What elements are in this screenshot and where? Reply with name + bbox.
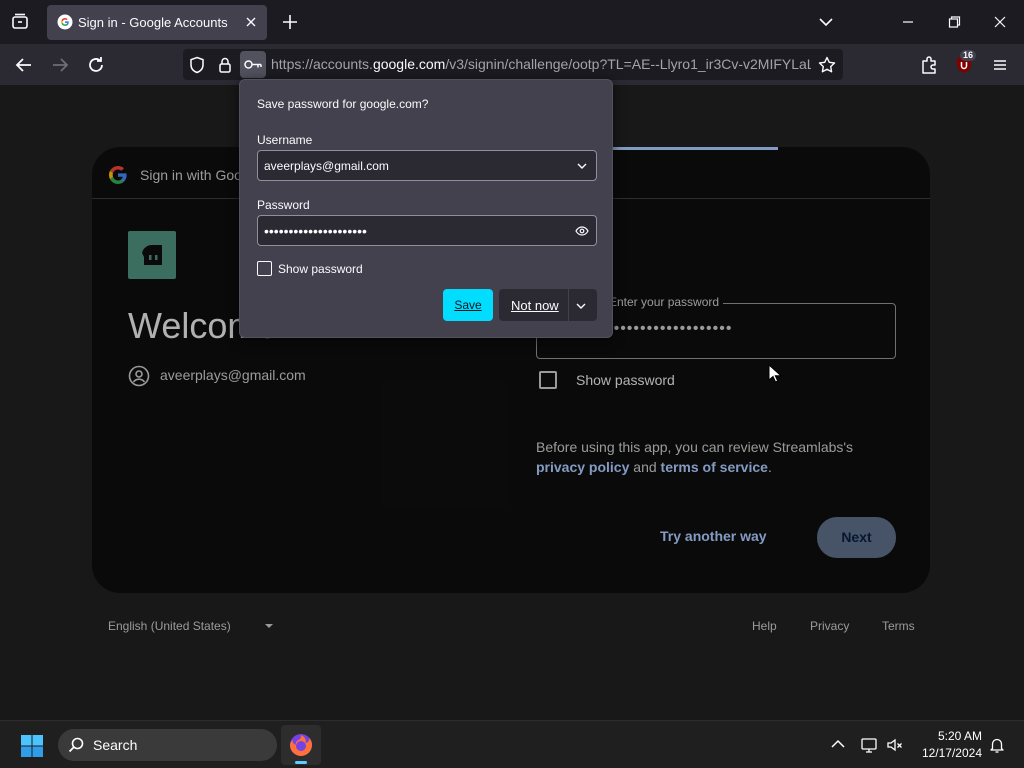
taskbar: Search 5:20 AM 12/17/2024 <box>0 720 1024 768</box>
lock-icon[interactable] <box>215 55 235 75</box>
streamlabs-logo-icon <box>128 231 176 279</box>
url-bar[interactable]: https://accounts.google.com/v3/signin/ch… <box>183 49 843 80</box>
period-text: . <box>767 459 772 475</box>
password-key-button[interactable] <box>240 51 266 78</box>
menu-hamburger-icon[interactable] <box>988 53 1012 77</box>
try-another-way-button[interactable]: Try another way <box>660 528 767 544</box>
username-label: Username <box>257 133 313 147</box>
not-now-divider <box>568 289 569 321</box>
windows-start-icon[interactable] <box>20 734 44 758</box>
popup-show-password-label[interactable]: Show password <box>278 262 363 276</box>
language-caret-icon[interactable] <box>265 624 273 628</box>
list-all-tabs-icon[interactable] <box>814 10 838 34</box>
show-password-label: Show password <box>576 372 675 388</box>
url-path: /v3/signin/challenge/ootp?TL=AE--Llyro1_… <box>445 56 811 72</box>
next-button[interactable]: Next <box>817 517 896 558</box>
extension-count-badge: 16 <box>960 50 977 61</box>
tab-list-icon[interactable] <box>8 10 32 34</box>
tracking-protection-shield-icon[interactable] <box>187 55 207 75</box>
privacy-link[interactable]: Privacy <box>810 619 849 633</box>
close-window-icon[interactable] <box>988 10 1012 34</box>
reveal-password-eye-icon[interactable] <box>575 224 589 238</box>
password-legend: Enter your password <box>605 295 724 309</box>
notification-bell-icon[interactable] <box>988 736 1006 754</box>
show-hidden-icons-chevron-icon[interactable] <box>829 736 847 754</box>
tab-google-accounts[interactable]: Sign in - Google Accounts <box>47 5 267 40</box>
tab-title: Sign in - Google Accounts <box>78 15 228 30</box>
privacy-policy-link[interactable]: privacy policy <box>536 459 629 475</box>
extensions-puzzle-icon[interactable] <box>917 53 941 77</box>
popup-title: Save password for google.com? <box>257 97 429 111</box>
review-prefix-text: Before using this app, you can review St… <box>536 439 854 455</box>
mouse-cursor-icon <box>768 363 783 384</box>
screen: Sign in - Google Accounts https://accoun… <box>0 0 1024 768</box>
password-label: Password <box>257 198 310 212</box>
and-text: and <box>633 459 657 475</box>
language-select[interactable]: English (United States) <box>108 619 231 633</box>
google-logo-icon <box>108 165 128 185</box>
key-icon <box>244 60 262 69</box>
help-link[interactable]: Help <box>752 619 777 633</box>
terms-of-service-link[interactable]: terms of service <box>661 459 768 475</box>
url-prefix: https://accounts. <box>271 56 373 72</box>
clock-time[interactable]: 5:20 AM <box>920 729 982 743</box>
new-tab-icon[interactable] <box>280 12 300 32</box>
username-value: aveerplays@gmail.com <box>264 159 389 173</box>
bookmark-star-icon[interactable] <box>817 55 837 75</box>
reload-icon[interactable] <box>84 53 108 77</box>
not-now-label: Not now <box>511 298 559 313</box>
tab-bar: Sign in - Google Accounts <box>0 0 1024 44</box>
google-favicon-icon <box>57 14 73 30</box>
search-icon <box>68 737 84 753</box>
minimize-icon[interactable] <box>896 10 920 34</box>
show-password-checkbox[interactable] <box>539 371 557 389</box>
firefox-icon <box>290 734 312 756</box>
password-masked-value: ••••••••••••••••••• <box>607 320 733 337</box>
restore-icon[interactable] <box>942 10 966 34</box>
username-dropdown-chevron-icon[interactable] <box>575 159 589 173</box>
popup-show-password-checkbox[interactable] <box>257 261 272 276</box>
taskbar-search[interactable]: Search <box>58 729 277 761</box>
volume-muted-icon[interactable] <box>886 736 904 754</box>
not-now-dropdown-chevron-icon[interactable] <box>575 299 587 311</box>
account-email: aveerplays@gmail.com <box>160 367 306 383</box>
firefox-taskbar-button[interactable] <box>281 725 321 765</box>
clock-date[interactable]: 12/17/2024 <box>914 746 982 760</box>
popup-password-value: ••••••••••••••••••••• <box>264 223 367 239</box>
active-app-indicator <box>295 761 307 764</box>
url-domain: google.com <box>372 56 446 72</box>
url-text[interactable]: https://accounts.google.com/v3/signin/ch… <box>271 56 811 72</box>
save-button[interactable]: Save <box>443 289 493 321</box>
username-field[interactable]: aveerplays@gmail.com <box>257 150 597 181</box>
popup-password-field[interactable]: ••••••••••••••••••••• <box>257 215 597 246</box>
terms-link[interactable]: Terms <box>882 619 915 633</box>
back-icon[interactable] <box>12 53 36 77</box>
terms-notice: Before using this app, you can review St… <box>536 437 896 477</box>
save-password-popup: Save password for google.com? Username a… <box>239 79 613 338</box>
network-icon[interactable] <box>860 736 878 754</box>
forward-icon[interactable] <box>48 53 72 77</box>
account-circle-icon <box>128 365 150 387</box>
close-tab-icon[interactable] <box>243 14 259 30</box>
not-now-button[interactable]: Not now <box>499 289 597 321</box>
search-label: Search <box>93 737 138 753</box>
